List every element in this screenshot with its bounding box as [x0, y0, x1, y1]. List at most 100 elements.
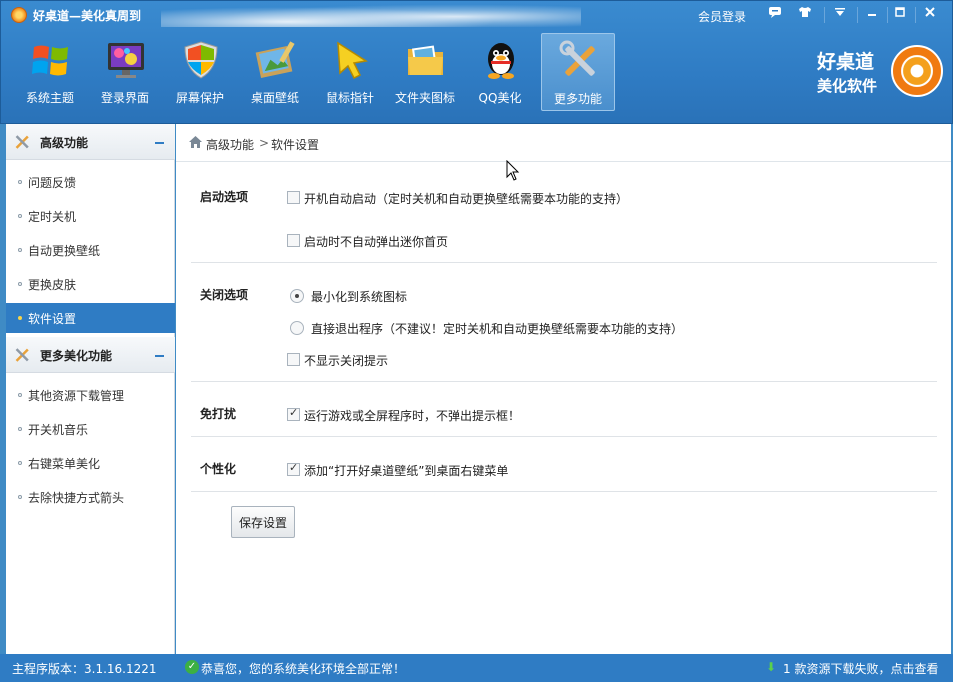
tool-desktop-wallpaper[interactable]: 桌面壁纸 [238, 33, 312, 111]
home-icon[interactable] [188, 135, 203, 149]
status-message: 恭喜您，您的系统美化环境全部正常！ [201, 662, 406, 676]
section-advanced-functions[interactable]: 高级功能 [6, 124, 175, 160]
no-mini-homepage-checkbox[interactable] [287, 234, 300, 247]
sidebar-item-feedback[interactable]: 问题反馈 [6, 167, 175, 197]
option-label: 开机自动启动（定时关机和自动更换壁纸需要本功能的支持） [304, 192, 629, 206]
collapse-icon[interactable] [155, 355, 164, 357]
section-title: 更多美化功能 [40, 349, 113, 363]
bullet-icon [18, 180, 22, 184]
sidebar-item-boot-music[interactable]: 开关机音乐 [6, 414, 175, 444]
tool-label: 登录界面 [100, 91, 149, 105]
divider [191, 491, 937, 492]
cursor-icon [330, 39, 372, 81]
sidebar-item-label: 其他资源下载管理 [28, 389, 125, 403]
monitor-icon [105, 39, 147, 81]
bullet-icon [18, 461, 22, 465]
sidebar-item-timed-shutdown[interactable]: 定时关机 [6, 201, 175, 231]
cloud-decoration [161, 1, 581, 27]
tool-label: 鼠标指针 [325, 91, 374, 105]
sidebar-item-label: 更换皮肤 [28, 278, 77, 292]
brand-tagline: 美化软件 [817, 77, 878, 95]
title-separator [857, 7, 858, 23]
message-icon[interactable] [763, 4, 787, 24]
tools-icon [14, 347, 30, 363]
sidebar-item-resource-downloads[interactable]: 其他资源下载管理 [6, 380, 175, 410]
section-more-beautify[interactable]: 更多美化功能 [6, 337, 175, 373]
divider [191, 381, 937, 382]
download-failure-link[interactable]: 1 款资源下载失败，点击查看 [783, 660, 938, 677]
breadcrumb-current: 软件设置 [271, 138, 320, 152]
no-disturb-label: 免打扰 [200, 407, 237, 421]
tool-more-functions[interactable]: 更多功能 [541, 33, 615, 111]
title-separator [915, 7, 916, 23]
divider [191, 262, 937, 263]
close-icon[interactable] [918, 4, 942, 24]
title-bar[interactable]: 好桌道—美化真周到 会员登录 [1, 1, 952, 29]
tool-qq-beautify[interactable]: QQ美化 [463, 33, 537, 111]
section-title: 高级功能 [40, 136, 89, 150]
check-ok-icon: ✓ [185, 660, 199, 674]
maximize-icon[interactable] [888, 4, 912, 24]
folder-icon [405, 39, 447, 81]
tool-label: 文件夹图标 [394, 91, 455, 105]
no-popup-fullscreen-checkbox[interactable] [287, 406, 300, 421]
option-label: 启动时不自动弹出迷你首页 [304, 235, 449, 249]
tool-login-screen[interactable]: 登录界面 [88, 33, 162, 111]
option-label: 不显示关闭提示 [304, 354, 389, 368]
bullet-icon [18, 393, 22, 397]
tshirt-icon[interactable] [793, 4, 817, 24]
sidebar-item-change-skin[interactable]: 更换皮肤 [6, 269, 175, 299]
app-title: 好桌道—美化真周到 [33, 9, 142, 23]
member-login-link[interactable]: 会员登录 [698, 8, 746, 25]
hide-close-prompt-checkbox[interactable] [287, 353, 300, 366]
settings-panel: 高级功能 > 软件设置 启动选项 开机自动启动（定时关机和自动更换壁纸需要本功能… [176, 124, 951, 654]
option-label: 最小化到系统图标 [311, 290, 408, 304]
tools-icon [559, 40, 601, 82]
download-arrow-icon: ⬇ [766, 660, 777, 674]
sidebar-item-label: 右键菜单美化 [28, 457, 101, 471]
tool-label: 桌面壁纸 [250, 91, 299, 105]
minimize-icon[interactable] [860, 4, 884, 24]
tool-label: 屏幕保护 [175, 91, 224, 105]
sidebar-item-context-menu[interactable]: 右键菜单美化 [6, 448, 175, 478]
brand: 好桌道 美化软件 [813, 45, 945, 101]
bullet-icon [18, 316, 22, 320]
option-label: 直接退出程序（不建议！定时关机和自动更换壁纸需要本功能的支持） [311, 322, 684, 336]
sidebar-item-auto-wallpaper[interactable]: 自动更换壁纸 [6, 235, 175, 265]
startup-options-label: 启动选项 [200, 190, 249, 204]
tool-label: 系统主题 [25, 91, 74, 105]
auto-start-checkbox[interactable] [287, 191, 300, 204]
sidebar-item-label: 去除快捷方式箭头 [28, 491, 125, 505]
dropdown-menu-icon[interactable] [828, 4, 852, 24]
breadcrumb: 高级功能 > 软件设置 [176, 124, 951, 162]
shield-icon [180, 39, 222, 81]
divider [191, 436, 937, 437]
context-menu-wallpaper-checkbox[interactable] [287, 461, 300, 476]
option-label: 运行游戏或全屏程序时，不弹出提示框！ [304, 409, 521, 423]
breadcrumb-root[interactable]: 高级功能 [206, 136, 254, 153]
sidebar-item-software-settings[interactable]: 软件设置 [6, 303, 175, 333]
mouse-cursor-icon [506, 159, 520, 182]
sidebar-item-label: 自动更换壁纸 [28, 244, 101, 258]
app-logo-icon [11, 7, 27, 23]
personalize-label: 个性化 [200, 462, 237, 476]
tool-system-theme[interactable]: 系统主题 [13, 33, 87, 111]
sidebar-item-label: 软件设置 [28, 312, 77, 326]
tool-folder-icon[interactable]: 文件夹图标 [388, 33, 462, 111]
tool-mouse-pointer[interactable]: 鼠标指针 [313, 33, 387, 111]
sidebar-item-label: 定时关机 [28, 210, 77, 224]
windows-logo-icon [30, 39, 72, 81]
version-text: 主程序版本：3.1.16.1221 [12, 662, 157, 676]
brand-name: 好桌道 [817, 51, 875, 73]
minimize-to-tray-radio[interactable] [290, 289, 304, 303]
bullet-icon [18, 248, 22, 252]
exit-directly-radio[interactable] [290, 321, 304, 335]
tool-label: QQ美化 [478, 91, 522, 105]
bullet-icon [18, 427, 22, 431]
sidebar-item-remove-shortcut-arrow[interactable]: 去除快捷方式箭头 [6, 482, 175, 512]
save-settings-button[interactable]: 保存设置 [231, 506, 295, 538]
tool-screensaver[interactable]: 屏幕保护 [163, 33, 237, 111]
option-label: 添加“打开好桌道壁纸”到桌面右键菜单 [304, 464, 509, 478]
collapse-icon[interactable] [155, 142, 164, 144]
sidebar-item-label: 问题反馈 [28, 176, 77, 190]
